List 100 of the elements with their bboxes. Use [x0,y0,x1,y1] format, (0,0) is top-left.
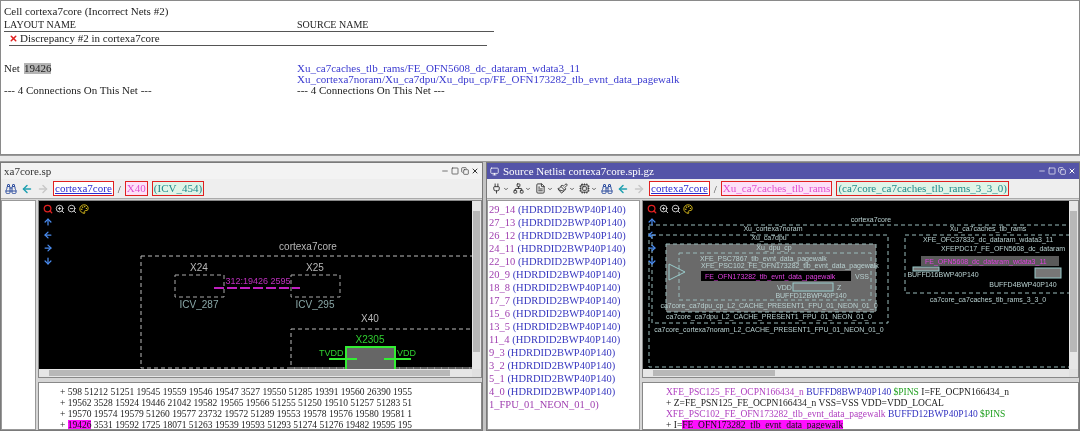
binoculars-icon[interactable] [5,182,17,195]
horizontal-scrollbar[interactable] [643,369,1069,377]
palette-icon[interactable] [79,204,89,214]
window-title: Source Netlist cortexa7core.spi.gz [503,165,655,177]
arrow-up-icon[interactable] [43,217,53,227]
pin-label: VDD [397,348,416,358]
netlist-item[interactable]: 13_5 (HDRDID2BWP40P140) [489,320,639,333]
netlist-item[interactable]: 9_3 (HDRDID2BWP40P140) [489,346,639,359]
netlist-line: + 598 51212 51251 19545 19559 19546 19547 3527 19550 51285 19391 19560 26390 1955 [60,387,414,398]
discrepancy-title[interactable]: Discrepancy #2 in cortexa7core [20,32,160,45]
close-icon[interactable] [471,167,479,175]
report-title: Cell cortexa7core (Incorrect Nets #2) [4,4,170,19]
buffer-symbol [1034,267,1062,279]
cell-name-label: ICV_287 [179,299,219,310]
net-label: 312:19426 2595 [225,276,291,286]
netlist-item[interactable]: 11_4 (HDRDID2BWP40P140) [489,333,639,346]
netlist-item[interactable]: 5_1 (HDRDID2BWP40P140) [489,372,639,385]
inverter-symbol [668,263,686,281]
maximize-icon[interactable] [451,167,459,175]
pin-line [328,358,358,360]
arrow-down-icon[interactable] [647,256,657,266]
hierarchy-menu-button[interactable] [513,181,531,196]
cell-label: cortexa7core [279,241,337,252]
netlist-item[interactable]: 27_13 (HDRDID2BWP40P140) [489,216,639,229]
column-header: LAYOUT NAME [4,19,77,31]
netlist-item[interactable]: 4_0 (HDRDID2BWP40P140) [489,385,639,398]
chip-menu-button[interactable] [579,181,597,196]
netlist-item[interactable]: 17_7 (HDRDID2BWP40P140) [489,294,639,307]
magnifier-icon[interactable] [43,204,53,214]
arrow-right-icon[interactable] [647,243,657,253]
restore-icon[interactable] [1058,167,1066,175]
magnifier-icon[interactable] [647,204,657,214]
breadcrumb-link[interactable]: (ca7core_ca7caches_tlb_rams_3_3_0) [836,181,1009,196]
document-icon [535,183,546,194]
pin-line [383,358,412,360]
caret-icon [569,185,575,192]
vertical-scrollbar[interactable] [472,201,481,369]
plug-menu-button[interactable] [491,181,509,196]
zoom-in-icon[interactable] [659,204,669,214]
caret-icon [503,185,509,192]
column-header: SOURCE NAME [297,19,370,31]
arrow-right-icon[interactable] [43,243,53,253]
caret-icon [525,185,531,192]
connections-label: --- 4 Connections On This Net --- [297,84,445,97]
netlist-line: XFE_PSC125_FE_OCPN166434_n BUFFD8BWP40P140 $PINS I=FE_OCPN166434_n [666,387,1010,398]
netlist-item[interactable]: 1_FPU_01_NEON_01_0) [489,398,639,411]
brush-menu-button[interactable] [557,181,575,196]
brush-icon [557,183,568,194]
arrow-down-icon[interactable] [43,256,53,266]
breadcrumb-link[interactable]: (ICV_454) [151,181,205,196]
plug-icon [491,183,502,194]
zoom-out-icon[interactable] [671,204,681,214]
device-label: X2305 [355,334,385,345]
netlist-item[interactable]: 20_9 (HDRDID2BWP40P140) [489,268,639,281]
instance-outline [290,274,341,298]
horizontal-scrollbar[interactable] [39,369,472,377]
caret-icon [591,185,597,192]
netlist-item[interactable]: 15_6 (HDRDID2BWP40P140) [489,307,639,320]
caret-icon [547,185,553,192]
netlist-line: + Z=FE_PSN125_FE_OCPN166434_n VSS=VSS VDD=VDD_LOCAL [666,398,945,409]
document-menu-button[interactable] [535,181,553,196]
binoculars-icon[interactable] [601,182,613,195]
netlist-line: XFE_PSC102_FE_OFN173282_tlb_evnt_data_pagewalk BUFFD12BWP40P140 $PINS [666,409,1007,420]
path-separator: / [117,182,121,195]
buffer-symbol [792,282,834,292]
netlist-item[interactable]: 18_8 (HDRDID2BWP40P140) [489,281,639,294]
netlist-item[interactable]: 26_12 (HDRDID2BWP40P140) [489,229,639,242]
netlist-line: + 19562 3528 15924 19446 21042 19582 19565 19566 51255 51250 19510 51257 51283 51 [60,398,414,409]
net-id[interactable]: 19426 [23,63,52,74]
source-net-link[interactable]: Xu_cortexa7noram/Xu_ca7dpu/Xu_dpu_cp/FE_OFN173282_tlb_evnt_data_pagewalk [297,73,1079,84]
hierarchy-icon [513,183,524,194]
pin-label: TVDD [319,348,344,358]
vertical-scrollbar[interactable] [1069,201,1078,369]
instance-outline [174,274,225,298]
netlist-item[interactable]: 3_2 (HDRDID2BWP40P140) [489,359,639,372]
arrow-up-icon[interactable] [647,217,657,227]
breadcrumb-link[interactable]: cortexa7core [53,181,114,196]
netlist-line: + 19570 19574 19579 51260 19577 23732 19572 51289 19553 19578 19576 19580 19581 1 [60,409,414,420]
window-icon [490,166,499,176]
zoom-out-icon[interactable] [67,204,77,214]
chip-icon [579,183,590,194]
palette-icon[interactable] [683,204,693,214]
window-title: xa7core.sp [4,165,53,177]
net-label: Net [4,63,20,74]
buffer-symbol [912,266,940,272]
arrow-left-icon[interactable] [647,230,657,240]
netlist-item[interactable]: 22_10 (HDRDID2BWP40P140) [489,255,639,268]
connections-label: --- 4 Connections On This Net --- [4,84,153,97]
arrow-left-icon[interactable] [43,230,53,240]
cell-name-label: ICV_295 [295,299,335,310]
path-separator: / [713,182,717,195]
instance-label: X40 [361,313,379,324]
instance-label: X25 [306,262,324,273]
netlist-item[interactable]: 24_11 (HDRDID2BWP40P140) [489,242,639,255]
instance-label: X24 [190,262,208,273]
breadcrumb-link[interactable]: cortexa7core [649,181,710,196]
error-icon [9,34,18,43]
source-net-link[interactable]: Xu_ca7caches_tlb_rams/FE_OFN5608_dc_dataram_wdata3_11 [297,63,1079,74]
zoom-in-icon[interactable] [55,204,65,214]
netlist-item[interactable]: 29_14 (HDRDID2BWP40P140) [489,203,639,216]
